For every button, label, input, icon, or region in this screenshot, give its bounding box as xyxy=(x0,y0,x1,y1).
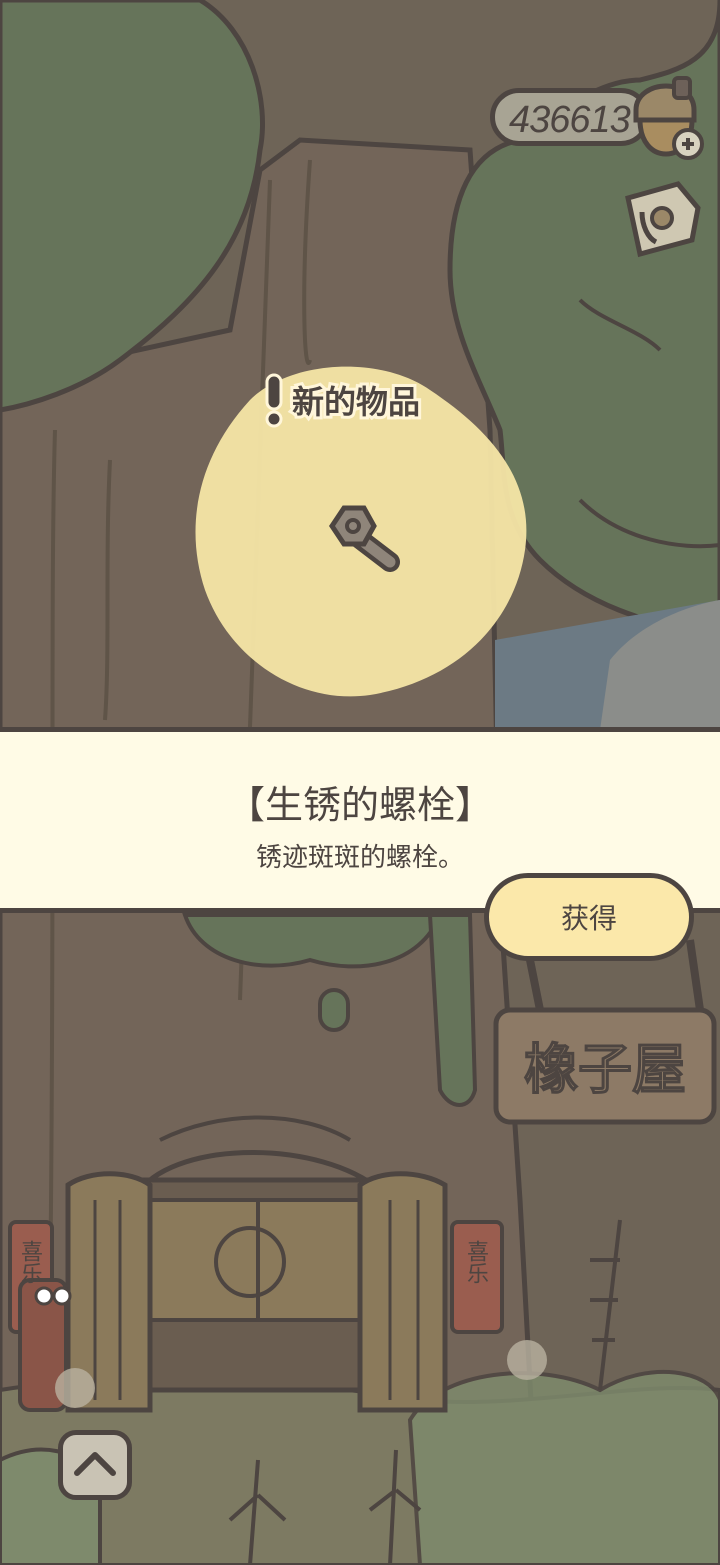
rusty-bolt-icon xyxy=(328,505,400,572)
couplet-left: 喜乐 xyxy=(17,1240,42,1284)
item-description: 锈迹斑斑的螺栓。 xyxy=(255,843,464,873)
shop-sign-text: 橡子屋 xyxy=(524,1038,686,1101)
item-name: 【生锈的螺栓】 xyxy=(226,783,493,827)
obtain-button-label: 获得 xyxy=(560,902,617,935)
new-item-badge: 新的物品 xyxy=(262,370,423,430)
exclamation-icon xyxy=(265,373,283,428)
add-acorn-button[interactable] xyxy=(622,72,708,164)
obtain-button[interactable]: 获得 xyxy=(484,873,694,961)
couplet-right: 喜乐 xyxy=(463,1240,488,1284)
ticket-icon xyxy=(625,181,701,258)
new-item-label: 新的物品 xyxy=(289,380,423,424)
acorn-icon xyxy=(633,76,704,160)
acorn-count: 436613 xyxy=(509,99,631,141)
expand-up-button[interactable] xyxy=(58,1430,132,1500)
chevron-up-icon xyxy=(74,1452,116,1476)
ticket-button[interactable] xyxy=(618,178,708,260)
acorn-house-sign: 橡子屋 xyxy=(493,1007,717,1125)
